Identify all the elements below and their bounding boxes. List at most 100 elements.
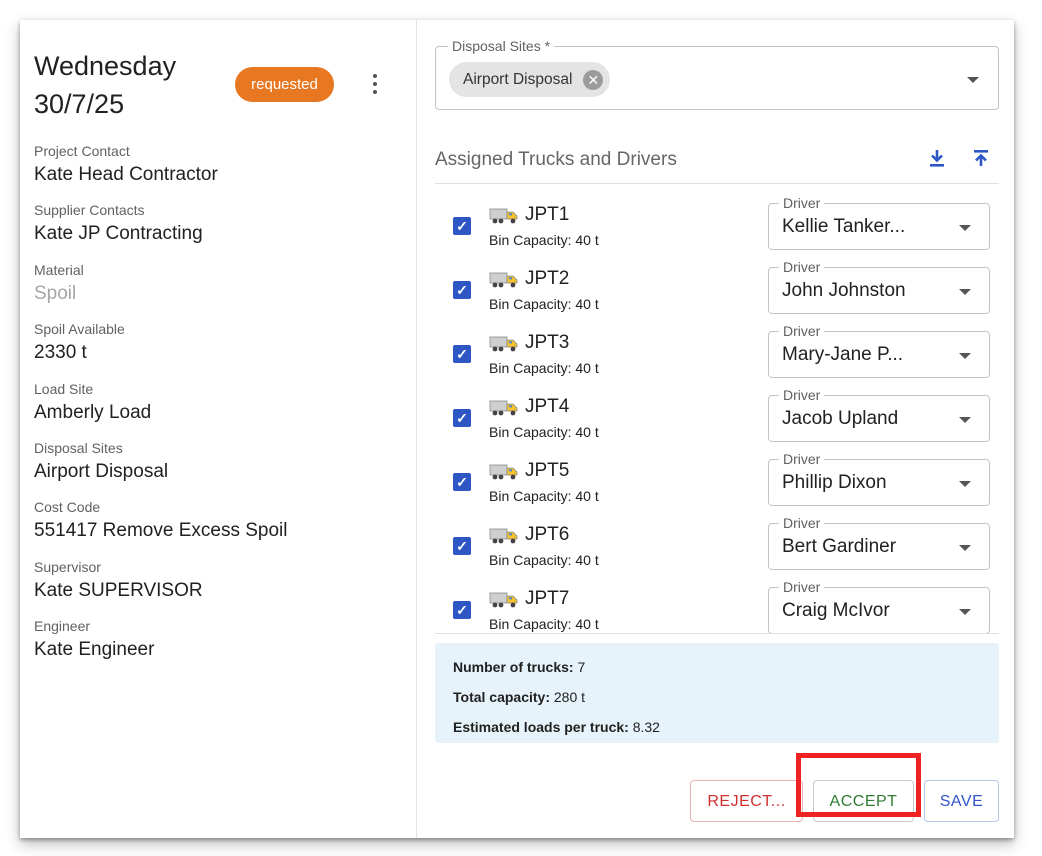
detail-label: Cost Code [34,499,101,516]
summary-capacity-label: Total capacity: [453,689,550,705]
truck-checkbox[interactable]: ✓ [453,409,471,427]
driver-select[interactable]: Driver Craig McIvor [768,579,990,633]
detail-label: Supplier Contacts [34,202,145,219]
truck-row: ✓ JPT5 Bin Capacity: 40 t Driver Phillip Dix… [435,440,999,506]
truck-checkbox[interactable]: ✓ [453,281,471,299]
detail-value: Airport Disposal [34,460,169,482]
download-icon[interactable] [925,146,949,170]
truck-checkbox[interactable]: ✓ [453,537,471,555]
driver-label: Driver [779,387,825,403]
detail-label: Engineer [34,618,91,635]
disposal-site-chip[interactable]: Airport Disposal ✕ [449,62,611,97]
truck-name: JPT4 [525,396,570,417]
detail-label: Spoil Available [34,321,125,338]
driver-select[interactable]: Driver Jacob Upland [768,387,990,442]
truck-checkbox[interactable]: ✓ [453,473,471,491]
driver-value: Jacob Upland [782,408,899,429]
truck-checkbox[interactable]: ✓ [453,217,471,235]
detail-field: Supervisor Kate SUPERVISOR [34,558,404,617]
cancel-icon[interactable]: ✕ [583,70,604,90]
truck-row: ✓ JPT7 Bin Capacity: 40 t Driver Craig McIvo… [435,568,999,633]
chevron-down-icon[interactable] [959,545,971,551]
truck-row: ✓ JPT3 Bin Capacity: 40 t Driver Mary-Jane P… [435,312,999,378]
truck-icon [489,205,519,225]
driver-select[interactable]: Driver Phillip Dixon [768,451,990,506]
truck-icon [489,333,519,353]
detail-value: Amberly Load [34,401,152,423]
driver-select[interactable]: Driver Mary-Jane P... [768,323,990,378]
driver-select[interactable]: Driver Kellie Tanker... [768,195,990,250]
driver-label: Driver [779,451,825,467]
truck-name: JPT3 [525,332,570,353]
detail-field: Disposal Sites Airport Disposal [34,439,404,498]
chevron-down-icon[interactable] [959,353,971,359]
detail-label: Project Contact [34,143,130,159]
truck-row: ✓ JPT4 Bin Capacity: 40 t Driver Jacob Uplan… [435,376,999,442]
driver-select[interactable]: Driver Bert Gardiner [768,515,990,570]
truck-name: JPT6 [525,524,570,545]
chevron-down-icon[interactable] [959,609,971,615]
chevron-down-icon[interactable] [967,77,979,83]
truck-row: ✓ JPT2 Bin Capacity: 40 t Driver John Johnst… [435,248,999,314]
reject-button[interactable]: REJECT... [690,780,803,822]
truck-name: JPT5 [525,460,570,481]
chevron-down-icon[interactable] [959,289,971,295]
detail-label: Supervisor [34,558,101,575]
truck-list: ✓ JPT1 Bin Capacity: 40 t Driver Kellie Tank… [435,184,999,633]
detail-field: Spoil Available 2330 t [34,320,404,379]
truck-name: JPT1 [525,204,570,225]
assignment-panel: Disposal Sites * Airport Disposal ✕ Assi… [417,20,1014,838]
summary-panel: Number of trucks: 7 Total capacity: 280 … [435,643,999,743]
driver-label: Driver [779,579,825,595]
detail-label: Material [34,261,84,278]
chevron-down-icon[interactable] [959,225,971,231]
driver-label: Driver [779,195,825,211]
divider [435,633,999,634]
summary-loads-value: 8.32 [632,719,660,735]
driver-label: Driver [779,515,825,531]
bin-capacity: Bin Capacity: 40 t [489,232,599,248]
upload-icon[interactable] [969,146,993,170]
detail-value: Kate JP Contracting [34,223,203,245]
truck-icon [489,461,519,481]
disposal-sites-select[interactable]: Disposal Sites * Airport Disposal ✕ [435,38,999,110]
assigned-trucks-title: Assigned Trucks and Drivers [435,149,677,170]
detail-value: Spoil [34,282,77,304]
truck-name: JPT7 [525,588,570,609]
truck-icon [489,269,519,289]
truck-icon [489,589,519,609]
chevron-down-icon[interactable] [959,481,971,487]
detail-field: Cost Code 551417 Remove Excess Spoil [34,498,404,557]
summary-capacity: Total capacity: 280 t [453,682,981,712]
detail-value: 2330 t [34,342,87,364]
driver-value: Kellie Tanker... [782,216,906,237]
driver-select[interactable]: Driver John Johnston [768,259,990,314]
details-list: Project Contact Kate Head Contractor Suppl… [34,142,404,677]
chevron-down-icon[interactable] [959,417,971,423]
driver-value: John Johnston [782,280,906,301]
summary-trucks-value: 7 [577,659,586,675]
driver-value: Craig McIvor [782,600,890,621]
detail-label: Load Site [34,380,94,397]
save-button[interactable]: SAVE [924,780,999,822]
more-vert-icon[interactable] [365,74,385,96]
summary-trucks-label: Number of trucks: [453,659,574,675]
detail-field: Supplier Contacts Kate JP Contracting [34,201,404,260]
bin-capacity: Bin Capacity: 40 t [489,616,599,632]
truck-name: JPT2 [525,268,570,289]
detail-value: Kate Head Contractor [34,164,218,185]
driver-value: Bert Gardiner [782,536,897,557]
detail-value: Kate SUPERVISOR [34,579,203,601]
details-panel: Wednesday 30/7/25 requested Project Cont… [20,20,417,838]
truck-icon [489,397,519,417]
driver-value: Phillip Dixon [782,472,887,493]
summary-capacity-value: 280 t [553,689,586,705]
detail-value: 551417 Remove Excess Spoil [34,520,288,542]
summary-loads: Estimated loads per truck: 8.32 [453,712,981,742]
truck-checkbox[interactable]: ✓ [453,345,471,363]
status-badge: requested [235,67,334,102]
bin-capacity: Bin Capacity: 40 t [489,424,599,440]
truck-checkbox[interactable]: ✓ [453,601,471,619]
disposal-sites-label: Disposal Sites * [448,38,555,54]
date-label: 30/7/25 [34,89,125,119]
